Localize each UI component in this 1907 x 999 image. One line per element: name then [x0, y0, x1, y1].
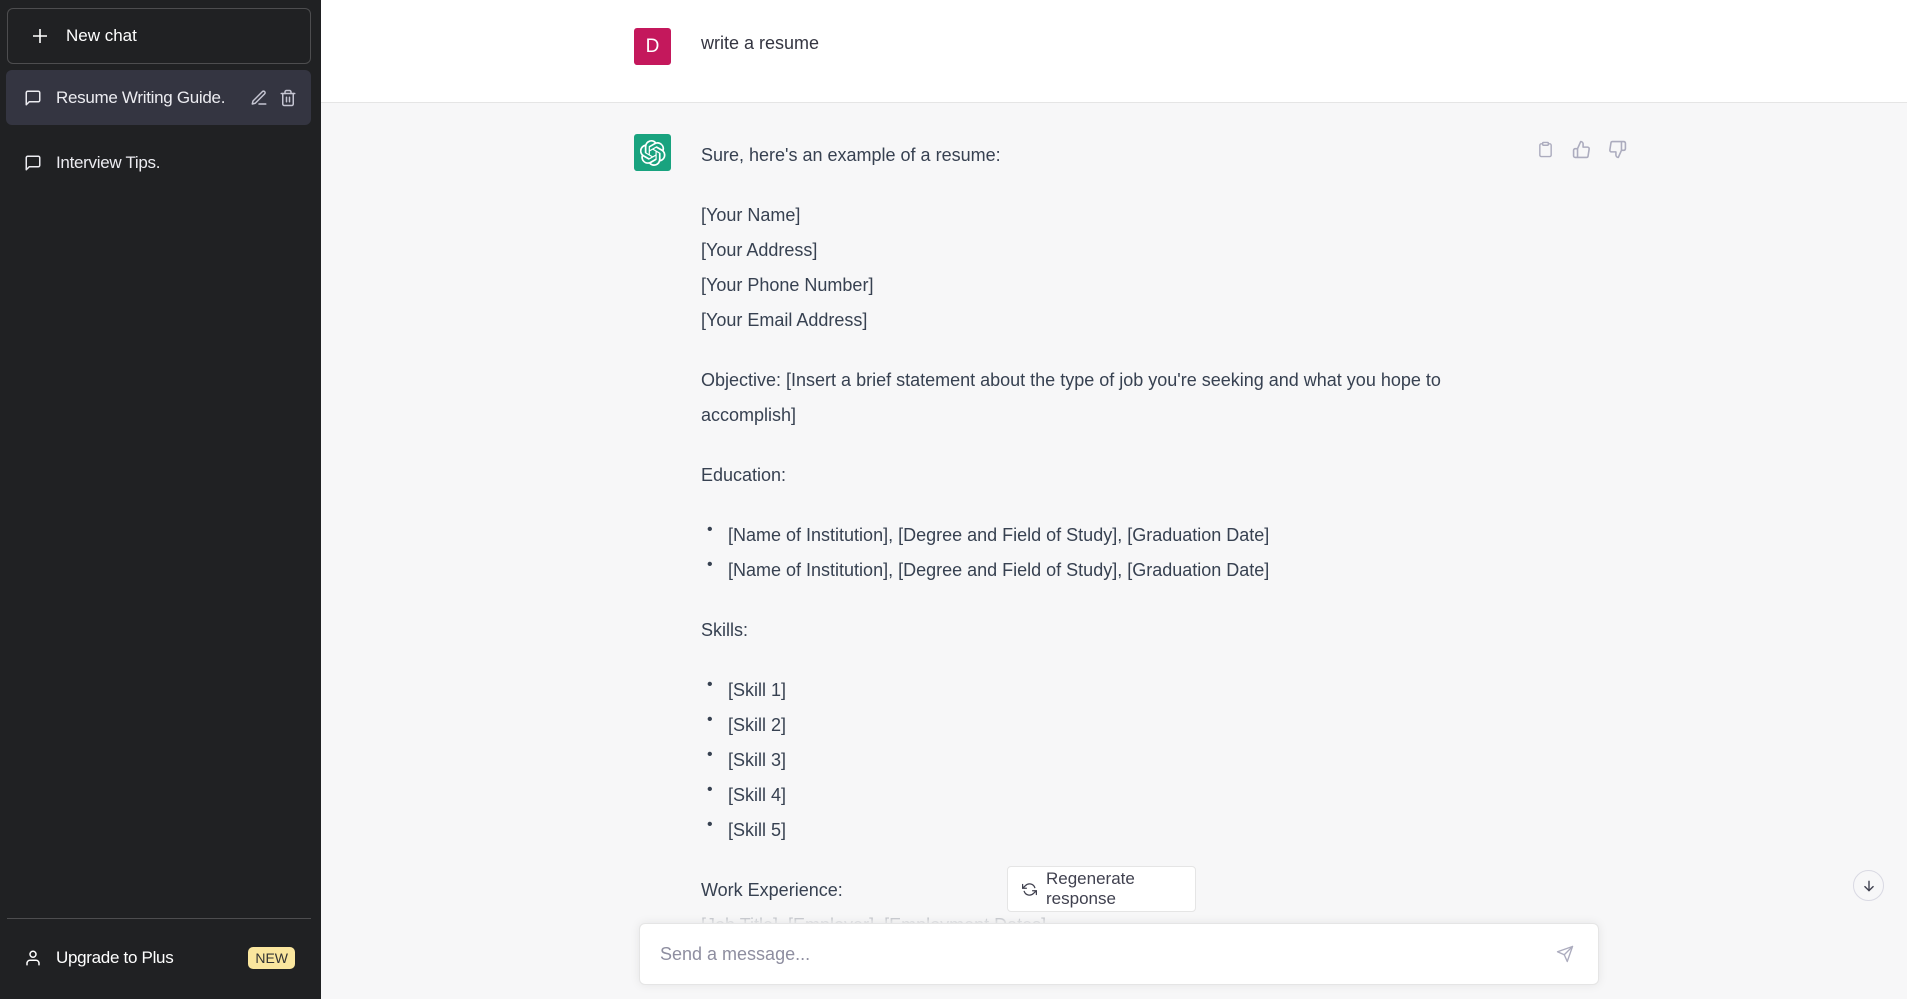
assistant-avatar — [634, 134, 671, 171]
contact-line: [Your Name] — [701, 205, 801, 225]
list-item: [Skill 5] — [701, 807, 1521, 848]
new-chat-button[interactable]: New chat — [7, 8, 311, 64]
list-item: [Skill 3] — [701, 737, 1521, 778]
trash-icon[interactable] — [278, 88, 298, 108]
new-chat-label: New chat — [66, 26, 137, 45]
skills-heading: Skills: — [701, 620, 749, 640]
send-icon[interactable] — [1554, 943, 1576, 965]
message-actions — [1534, 138, 1628, 160]
contact-block: [Your Name] [Your Address] [Your Phone N… — [701, 198, 1521, 338]
message-composer — [639, 923, 1599, 985]
education-list: [Name of Institution], [Degree and Field… — [701, 512, 1521, 588]
assistant-message: Sure, here's an example of a resume: [Yo… — [701, 138, 1521, 943]
list-item: [Name of Institution], [Degree and Field… — [701, 547, 1521, 588]
openai-logo-icon — [639, 139, 665, 166]
list-item: [Skill 1] — [701, 667, 1521, 708]
regenerate-response-button[interactable]: Regenerate response — [1007, 866, 1196, 912]
regenerate-label: Regenerate response — [1046, 869, 1135, 908]
upgrade-to-plus-button[interactable]: Upgrade to Plus NEW — [6, 933, 311, 983]
new-badge: NEW — [248, 947, 295, 969]
contact-line: [Your Phone Number] — [701, 275, 874, 295]
refresh-icon — [1022, 882, 1037, 897]
user-avatar: D — [634, 28, 671, 65]
objective-text: Objective: [Insert a brief statement abo… — [701, 370, 1441, 425]
contact-line: [Your Email Address] — [701, 310, 868, 330]
list-item: [Name of Institution], [Degree and Field… — [701, 512, 1521, 553]
education-heading: Education: — [701, 465, 787, 485]
copy-clipboard-icon[interactable] — [1534, 138, 1556, 160]
scroll-to-bottom-button[interactable] — [1853, 870, 1884, 901]
chat-title: Interview Tips. — [56, 152, 161, 172]
message-input[interactable] — [640, 943, 1554, 965]
user-icon — [23, 949, 43, 967]
user-message-row: D write a resume — [321, 0, 1907, 103]
sidebar: New chat Resume Writing Guide. Interview… — [0, 0, 321, 999]
chat-main: D write a resume Sure, here's an example… — [321, 0, 1907, 999]
skills-list: [Skill 1] [Skill 2] [Skill 3] [Skill 4] … — [701, 667, 1521, 848]
sidebar-chat-resume-writing-guide[interactable]: Resume Writing Guide. — [6, 70, 311, 125]
arrow-down-icon — [1863, 880, 1874, 891]
list-item: [Skill 4] — [701, 772, 1521, 813]
thumbs-down-icon[interactable] — [1606, 138, 1628, 160]
assistant-intro: Sure, here's an example of a resume: — [701, 145, 1001, 165]
thumbs-up-icon[interactable] — [1570, 138, 1592, 160]
sidebar-divider — [7, 918, 311, 919]
chat-bubble-icon — [23, 88, 43, 108]
upgrade-label: Upgrade to Plus — [56, 948, 174, 967]
list-item: [Skill 2] — [701, 702, 1521, 743]
sidebar-chat-interview-tips[interactable]: Interview Tips. — [6, 135, 311, 190]
chat-bubble-icon — [23, 153, 43, 173]
plus-icon — [29, 28, 51, 44]
edit-pencil-icon[interactable] — [249, 88, 269, 108]
chat-title: Resume Writing Guide. — [56, 87, 226, 107]
user-message-text: write a resume — [701, 33, 820, 53]
contact-line: [Your Address] — [701, 240, 818, 260]
